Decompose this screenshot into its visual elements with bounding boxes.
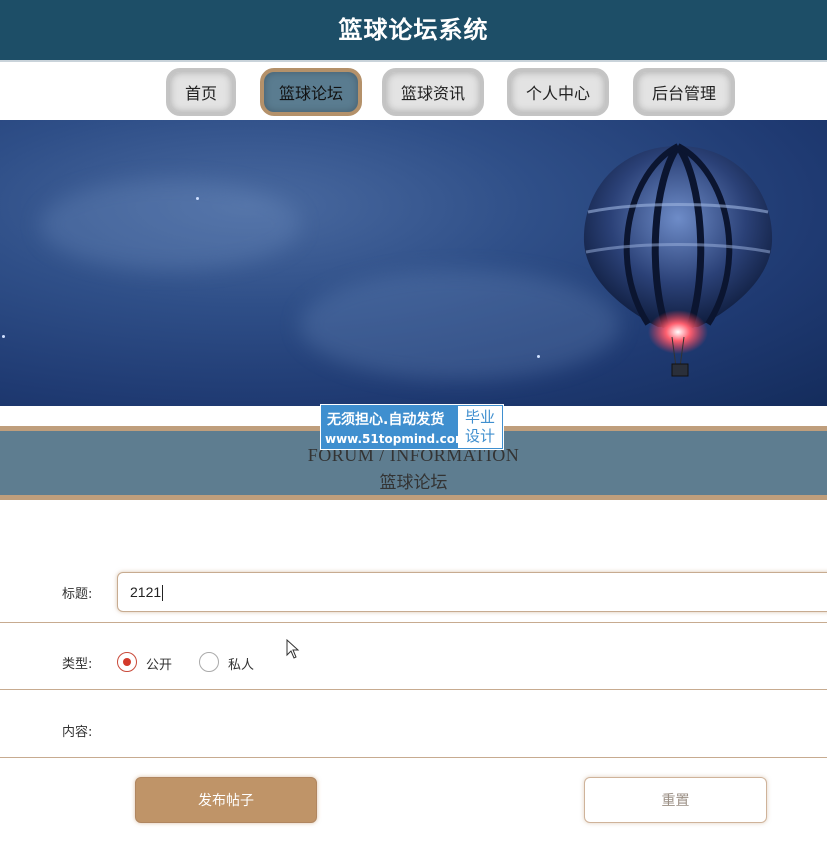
radio-public-label[interactable]: 公开 <box>146 654 172 673</box>
app-header: 篮球论坛系统 <box>0 0 827 60</box>
form-row-type: 类型: 公开 私人 <box>0 623 827 690</box>
star <box>196 197 199 200</box>
cloud <box>40 180 300 270</box>
section-title-chinese: 篮球论坛 <box>379 473 448 492</box>
watermark-url: www.51topmind.com <box>325 432 468 446</box>
title-input[interactable]: 2121 <box>117 572 827 612</box>
watermark-box: 毕业 设计 <box>458 406 502 448</box>
nav-basketball-news[interactable]: 篮球资讯 <box>382 68 484 116</box>
radio-private[interactable] <box>199 652 219 672</box>
text-caret <box>162 585 164 602</box>
nav-admin[interactable]: 后台管理 <box>633 68 735 116</box>
hero-banner <box>0 120 827 406</box>
watermark-box-line1: 毕业 <box>464 408 495 426</box>
nav-basketball-forum[interactable]: 篮球论坛 <box>260 68 362 116</box>
watermark-main-text: 无须担心.自动发货 <box>327 412 445 428</box>
app-title: 篮球论坛系统 <box>338 16 489 44</box>
star <box>2 335 5 338</box>
star <box>537 355 540 358</box>
type-label: 类型: <box>62 657 93 672</box>
watermark-box-line2: 设计 <box>464 427 495 445</box>
mouse-cursor-icon <box>286 639 300 659</box>
watermark-badge: 无须担心.自动发货 www.51topmind.com 毕业 设计 <box>320 404 504 450</box>
main-nav: 首页 篮球论坛 篮球资讯 个人中心 后台管理 <box>0 60 827 120</box>
title-input-value: 2121 <box>130 584 162 600</box>
hot-air-balloon-image <box>583 143 773 377</box>
cloud <box>300 270 620 380</box>
form-row-content: 内容: <box>0 690 827 758</box>
publish-post-button[interactable]: 发布帖子 <box>135 777 317 823</box>
radio-private-label[interactable]: 私人 <box>228 654 254 673</box>
nav-home[interactable]: 首页 <box>166 68 236 116</box>
content-label: 内容: <box>62 725 93 740</box>
nav-personal-center[interactable]: 个人中心 <box>507 68 609 116</box>
reset-button[interactable]: 重置 <box>584 777 767 823</box>
title-label: 标题: <box>62 587 93 602</box>
radio-public[interactable] <box>117 652 137 672</box>
